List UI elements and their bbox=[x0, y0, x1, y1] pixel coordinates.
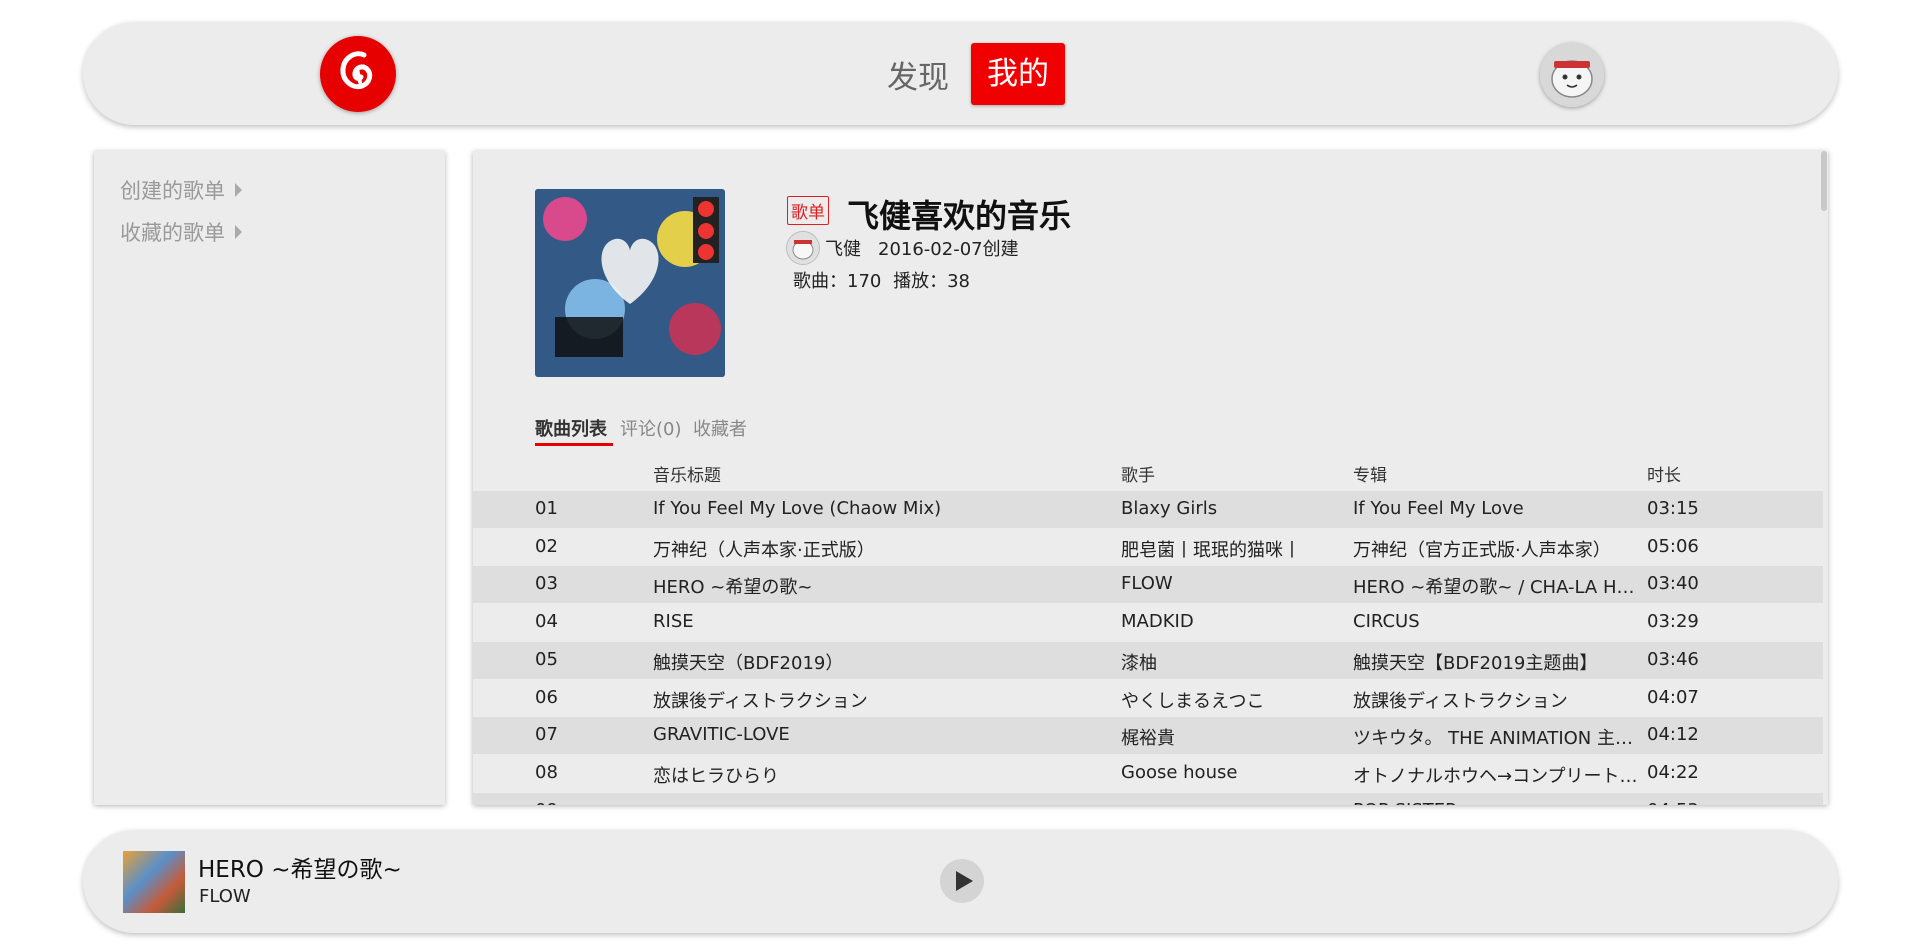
playlist-stats: 歌曲：170 播放：38 bbox=[793, 267, 976, 293]
song-title: 触摸天空（BDF2019） bbox=[653, 652, 844, 674]
song-duration: 03:46 bbox=[1647, 648, 1699, 670]
song-artist: 肥皂菌丨珉珉的猫咪丨 bbox=[1121, 539, 1301, 561]
song-duration: 03:40 bbox=[1647, 573, 1699, 595]
table-row[interactable]: 05 触摸天空（BDF2019） 漆柚 触摸天空【BDF2019主题曲】 03:46 bbox=[473, 641, 1823, 679]
song-title: 恋はヒラひらり bbox=[653, 765, 779, 787]
song-title: GRAVITIC-LOVE bbox=[653, 724, 790, 746]
song-duration: 03:15 bbox=[1647, 498, 1699, 519]
sidebar-item-label: 创建的歌单 bbox=[120, 179, 225, 203]
table-row[interactable]: 06 放課後ディストラクション やくしまるえつこ 放課後ディストラクション 04:07 bbox=[473, 680, 1823, 717]
song-duration: 04:12 bbox=[1647, 724, 1699, 746]
song-album: 触摸天空【BDF2019主题曲】 bbox=[1353, 652, 1598, 674]
user-avatar[interactable] bbox=[1540, 43, 1604, 107]
song-title: 放課後ディストラクション bbox=[653, 690, 868, 712]
song-artist: 漆柚 bbox=[1121, 652, 1157, 674]
track-number: 02 bbox=[535, 535, 558, 557]
track-number: 01 bbox=[535, 498, 558, 519]
music-logo-icon bbox=[322, 38, 394, 110]
song-artist: Goose house bbox=[1121, 761, 1238, 783]
playlist-cover bbox=[535, 189, 725, 377]
song-count: 歌曲：170 bbox=[793, 271, 882, 292]
sidebar-item-label: 收藏的歌单 bbox=[120, 221, 225, 245]
song-album: If You Feel My Love bbox=[1353, 498, 1524, 519]
song-album: オトノナルホウヘ→コンプリートエディション bbox=[1353, 765, 1641, 787]
sidebar: 创建的歌单 收藏的歌单 bbox=[94, 151, 445, 805]
song-album: CIRCUS bbox=[1353, 611, 1420, 633]
song-title: HERO ~希望の歌~ bbox=[653, 577, 813, 599]
track-number: 05 bbox=[535, 648, 558, 670]
tab-comments[interactable]: 评论(0) bbox=[620, 415, 682, 441]
table-row[interactable]: 04 RISE MADKID CIRCUS 03:29 bbox=[473, 604, 1823, 641]
table-row[interactable]: 07 GRAVITIC-LOVE 梶裕貴 ツキウタ。 THE ANIMATION 主題… bbox=[473, 717, 1823, 755]
song-artist: MADKID bbox=[1121, 611, 1194, 633]
song-title: RISE bbox=[653, 611, 694, 633]
track-number: 03 bbox=[535, 573, 558, 595]
now-playing-artist: FLOW bbox=[199, 886, 251, 907]
table-row[interactable]: 03 HERO ~希望の歌~ FLOW HERO ~希望の歌~ / CHA-LA HE… bbox=[473, 566, 1823, 604]
song-artist: 梶裕貴 bbox=[1121, 728, 1175, 750]
track-number: 07 bbox=[535, 724, 558, 746]
chevron-right-icon bbox=[235, 183, 242, 197]
creator-name[interactable]: 飞健 bbox=[825, 235, 861, 261]
tab-subscribers[interactable]: 收藏者 bbox=[693, 415, 747, 441]
play-button[interactable] bbox=[940, 859, 984, 903]
song-duration: 04:53 bbox=[1647, 800, 1727, 805]
play-icon bbox=[956, 871, 973, 891]
netease-music-logo[interactable] bbox=[320, 36, 396, 112]
column-header-album: 专辑 bbox=[1353, 466, 1387, 486]
track-number: 09 bbox=[535, 800, 595, 805]
song-album: 万神纪（官方正式版·人声本家） bbox=[1353, 539, 1611, 561]
song-duration: 04:07 bbox=[1647, 686, 1699, 708]
tab-song-list[interactable]: 歌曲列表 bbox=[535, 415, 607, 441]
track-number: 04 bbox=[535, 611, 558, 633]
active-tab-indicator bbox=[535, 443, 613, 446]
now-playing-cover[interactable] bbox=[123, 851, 185, 913]
table-row[interactable]: 08 恋はヒラひらり Goose house オトノナルホウヘ→コンプリートエディショ… bbox=[473, 755, 1823, 792]
sidebar-item-collected-playlists[interactable]: 收藏的歌单 bbox=[120, 217, 242, 247]
song-title: 万神纪（人声本家·正式版） bbox=[653, 539, 875, 561]
song-album: 放課後ディストラクション bbox=[1353, 690, 1568, 712]
nav-mine[interactable]: 我的 bbox=[971, 43, 1065, 105]
song-duration: 04:22 bbox=[1647, 761, 1699, 783]
now-playing-title: HERO ~希望の歌~ bbox=[198, 857, 402, 883]
song-artist: やくしまるえつこ bbox=[1121, 690, 1265, 712]
avatar-icon bbox=[1540, 43, 1604, 107]
player-bar: HERO ~希望の歌~ FLOW bbox=[83, 830, 1838, 933]
playlist-badge: 歌单 bbox=[787, 196, 829, 225]
top-navbar: 发现 我的 bbox=[83, 22, 1838, 125]
created-date: 2016-02-07创建 bbox=[878, 239, 1019, 260]
song-artist: Blaxy Girls bbox=[1121, 498, 1218, 519]
play-count: 播放：38 bbox=[893, 271, 970, 292]
song-artist: FLOW bbox=[1121, 573, 1173, 595]
avatar-icon bbox=[787, 232, 819, 264]
chevron-right-icon bbox=[235, 225, 242, 239]
song-duration: 03:29 bbox=[1647, 611, 1699, 633]
playlist-title: 飞健喜欢的音乐 bbox=[847, 197, 1072, 235]
song-album: ツキウタ。 THE ANIMATION 主題歌 bbox=[1353, 728, 1641, 750]
track-number: 06 bbox=[535, 686, 558, 708]
column-header-artist: 歌手 bbox=[1121, 466, 1155, 486]
table-row[interactable]: 09 POP SISTER 04:53 bbox=[473, 792, 1823, 805]
table-row[interactable]: 02 万神纪（人声本家·正式版） 肥皂菌丨珉珉的猫咪丨 万神纪（官方正式版·人声本家）… bbox=[473, 529, 1823, 566]
song-duration: 05:06 bbox=[1647, 535, 1699, 557]
song-album: HERO ~希望の歌~ / CHA-LA HEAD-CHA-LA bbox=[1353, 577, 1641, 599]
sidebar-item-created-playlists[interactable]: 创建的歌单 bbox=[120, 175, 242, 205]
column-header-title: 音乐标题 bbox=[653, 466, 721, 486]
nav-discover[interactable]: 发现 bbox=[887, 52, 949, 97]
song-album: POP SISTER bbox=[1353, 800, 1641, 805]
table-row[interactable]: 01 If You Feel My Love (Chaow Mix) Blaxy G… bbox=[473, 491, 1823, 528]
creator-avatar[interactable] bbox=[786, 231, 820, 265]
column-header-duration: 时长 bbox=[1647, 466, 1681, 486]
album-art-image bbox=[535, 189, 725, 377]
track-number: 08 bbox=[535, 761, 558, 783]
playlist-detail-panel: 歌单 飞健喜欢的音乐 飞健 2016-02-07创建 歌曲：170 播放：38 … bbox=[473, 151, 1828, 805]
scrollbar[interactable] bbox=[1821, 151, 1827, 211]
song-title: If You Feel My Love (Chaow Mix) bbox=[653, 498, 942, 519]
